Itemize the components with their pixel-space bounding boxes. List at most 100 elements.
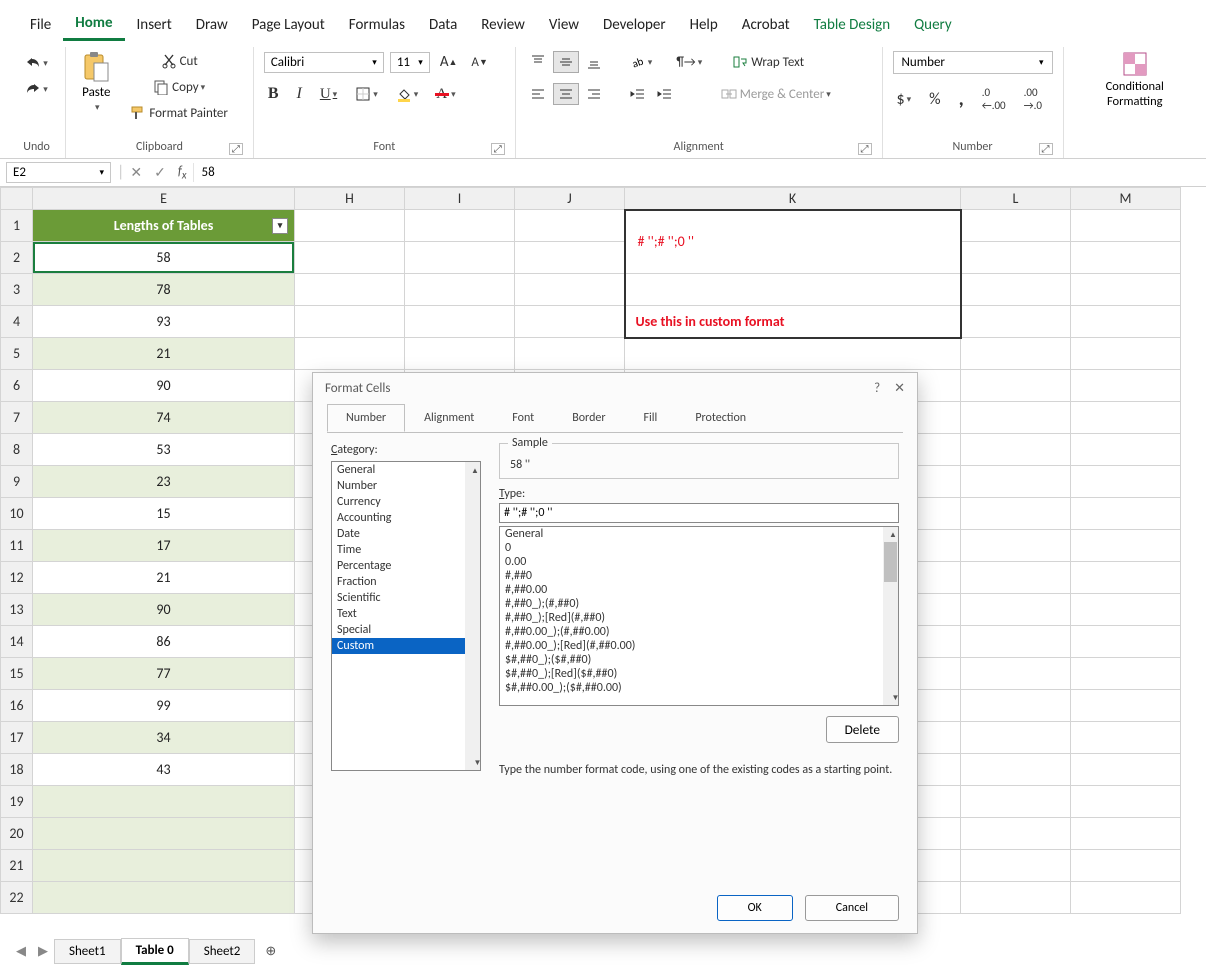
align-middle-icon[interactable]	[553, 51, 579, 73]
cell[interactable]: 17	[33, 530, 295, 562]
font-name-combo[interactable]: Calibri▾	[264, 52, 384, 73]
sheet-tab[interactable]: Table 0	[121, 938, 189, 965]
scrollbar[interactable]: ▲▼	[465, 462, 480, 770]
list-item[interactable]: #,##0.00	[500, 583, 898, 597]
row-header[interactable]: 9	[1, 466, 33, 498]
menu-acrobat[interactable]: Acrobat	[730, 10, 802, 40]
menu-page-layout[interactable]: Page Layout	[240, 10, 337, 40]
dialog-tab-number[interactable]: Number	[327, 404, 405, 432]
list-item[interactable]: Currency	[332, 494, 480, 510]
list-item[interactable]: #,##0.00_);[Red](#,##0.00)	[500, 639, 898, 653]
list-item[interactable]: $#,##0.00_);($#,##0.00)	[500, 681, 898, 695]
accounting-format-button[interactable]: $	[893, 88, 916, 111]
list-item[interactable]: #,##0	[500, 569, 898, 583]
redo-button[interactable]	[18, 79, 55, 99]
decrease-decimal-icon[interactable]: .00→.0	[1020, 84, 1046, 114]
comma-format-button[interactable]: ,	[955, 85, 968, 113]
cell[interactable]: 23	[33, 466, 295, 498]
col-header[interactable]: H	[295, 188, 405, 210]
align-right-icon[interactable]	[582, 84, 606, 104]
dialog-tab-border[interactable]: Border	[553, 404, 624, 432]
cell[interactable]: 21	[33, 562, 295, 594]
clipboard-launcher-icon[interactable]: ⤢	[229, 143, 243, 155]
row-header[interactable]: 12	[1, 562, 33, 594]
row-header[interactable]: 3	[1, 274, 33, 306]
list-item[interactable]: Scientific	[332, 590, 480, 606]
list-item[interactable]: General	[500, 527, 898, 541]
list-item[interactable]: Date	[332, 526, 480, 542]
italic-button[interactable]: I	[292, 83, 305, 105]
bold-button[interactable]: B	[264, 83, 283, 105]
increase-decimal-icon[interactable]: .0←.00	[978, 84, 1010, 114]
list-item[interactable]: Accounting	[332, 510, 480, 526]
col-header[interactable]: I	[405, 188, 515, 210]
menu-query[interactable]: Query	[902, 10, 964, 40]
list-item[interactable]: Text	[332, 606, 480, 622]
cell[interactable]: 93	[33, 306, 295, 338]
menu-file[interactable]: File	[18, 10, 63, 40]
row-header[interactable]: 2	[1, 242, 33, 274]
cell[interactable]: 90	[33, 594, 295, 626]
copy-button[interactable]: Copy	[126, 77, 232, 97]
table-header-cell[interactable]: Lengths of Tables▾	[33, 210, 295, 242]
align-top-icon[interactable]	[526, 52, 550, 72]
decrease-font-icon[interactable]: A▼	[467, 53, 491, 72]
row-header[interactable]: 10	[1, 498, 33, 530]
sheet-tab[interactable]: Sheet2	[189, 939, 256, 964]
cell[interactable]: 99	[33, 690, 295, 722]
align-bottom-icon[interactable]	[582, 52, 606, 72]
row-header[interactable]: 20	[1, 818, 33, 850]
sheet-nav-next-icon[interactable]: ▶	[32, 941, 54, 962]
number-launcher-icon[interactable]: ⤢	[1039, 143, 1053, 155]
row-header[interactable]: 14	[1, 626, 33, 658]
col-header[interactable]: J	[515, 188, 625, 210]
merge-center-button[interactable]: Merge & Center	[717, 84, 835, 104]
align-left-icon[interactable]	[526, 84, 550, 104]
list-item[interactable]: #,##0_);[Red](#,##0)	[500, 611, 898, 625]
alignment-launcher-icon[interactable]: ⤢	[858, 143, 872, 155]
col-header[interactable]: K	[625, 188, 961, 210]
dialog-tab-protection[interactable]: Protection	[676, 404, 765, 432]
close-icon[interactable]: ✕	[894, 381, 905, 396]
increase-font-icon[interactable]: A▲	[436, 51, 462, 73]
row-header[interactable]: 19	[1, 786, 33, 818]
conditional-formatting-button[interactable]: Conditional Formatting	[1074, 47, 1196, 109]
annotation-cell[interactable]: Use this in custom format	[625, 306, 961, 338]
font-color-button[interactable]: A	[432, 84, 459, 105]
dialog-tab-alignment[interactable]: Alignment	[405, 404, 493, 432]
list-item[interactable]: Special	[332, 622, 480, 638]
row-header[interactable]: 22	[1, 882, 33, 914]
list-item[interactable]: $#,##0_);($#,##0)	[500, 653, 898, 667]
delete-button[interactable]: Delete	[826, 716, 899, 743]
cell[interactable]: 53	[33, 434, 295, 466]
row-header[interactable]: 11	[1, 530, 33, 562]
row-header[interactable]: 4	[1, 306, 33, 338]
decrease-indent-icon[interactable]	[626, 84, 650, 104]
cell[interactable]: 86	[33, 626, 295, 658]
list-item[interactable]: $#,##0_);[Red]($#,##0)	[500, 667, 898, 681]
menu-developer[interactable]: Developer	[591, 10, 678, 40]
new-sheet-icon[interactable]: ⊕	[255, 940, 286, 963]
text-direction-button[interactable]: ¶→	[672, 53, 706, 72]
menu-table-design[interactable]: Table Design	[802, 10, 902, 40]
cell[interactable]: 15	[33, 498, 295, 530]
underline-button[interactable]: U	[316, 84, 341, 105]
filter-dropdown-icon[interactable]: ▾	[272, 218, 288, 234]
row-header[interactable]: 8	[1, 434, 33, 466]
row-header[interactable]: 17	[1, 722, 33, 754]
row-header[interactable]: 6	[1, 370, 33, 402]
orientation-button[interactable]: ab	[626, 52, 657, 72]
cell[interactable]: 58	[33, 242, 295, 274]
row-header[interactable]: 13	[1, 594, 33, 626]
cell[interactable]: 43	[33, 754, 295, 786]
menu-review[interactable]: Review	[469, 10, 537, 40]
row-header[interactable]: 18	[1, 754, 33, 786]
dialog-tab-fill[interactable]: Fill	[625, 404, 677, 432]
list-item[interactable]: Number	[332, 478, 480, 494]
align-center-icon[interactable]	[553, 83, 579, 105]
list-item[interactable]: #,##0.00_);(#,##0.00)	[500, 625, 898, 639]
annotation-cell[interactable]: # '';# '';0 ''	[625, 210, 961, 274]
col-header[interactable]: E	[33, 188, 295, 210]
sheet-nav-prev-icon[interactable]: ◀	[10, 941, 32, 962]
sheet-tab[interactable]: Sheet1	[54, 939, 121, 964]
